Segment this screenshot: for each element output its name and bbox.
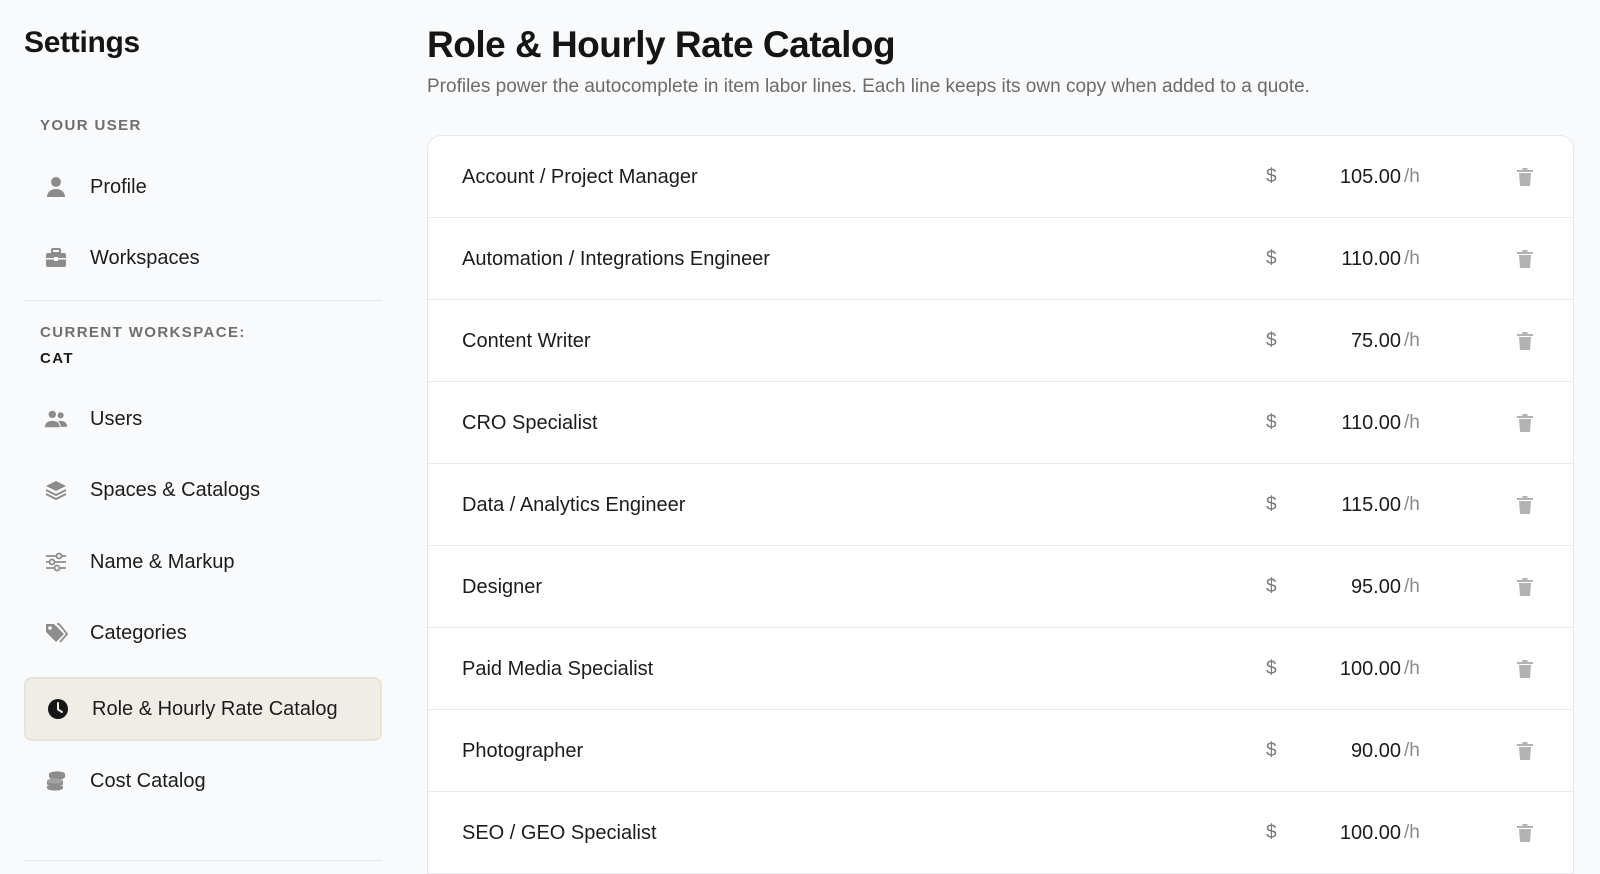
users-icon — [44, 407, 68, 431]
currency-symbol: $ — [1266, 740, 1277, 761]
currency-symbol: $ — [1266, 494, 1277, 515]
currency-symbol: $ — [1266, 576, 1277, 597]
table-row: Photographer $ 90.00 /h — [428, 710, 1573, 792]
sidebar-item-cost-catalog[interactable]: Cost Catalog — [24, 749, 382, 813]
rate-unit: /h — [1404, 248, 1420, 269]
sliders-icon — [44, 550, 68, 574]
currency-symbol: $ — [1266, 166, 1277, 187]
sidebar-item-label: Users — [90, 407, 143, 430]
trash-icon[interactable] — [1513, 493, 1537, 517]
hourly-rate-input[interactable]: 110.00 — [1281, 218, 1401, 300]
currency-symbol: $ — [1266, 658, 1277, 679]
table-row: CRO Specialist $ 110.00 /h — [428, 382, 1573, 464]
trash-icon[interactable] — [1513, 411, 1537, 435]
trash-icon[interactable] — [1513, 329, 1537, 353]
role-name[interactable]: Photographer — [462, 710, 583, 792]
sidebar-item-label: Profile — [90, 175, 147, 198]
rate-unit: /h — [1404, 166, 1420, 187]
sidebar-item-profile[interactable]: Profile — [24, 155, 382, 219]
settings-app: Settings YOUR USER Profile Workspaces CU… — [0, 0, 1600, 874]
rate-unit: /h — [1404, 330, 1420, 351]
sidebar-item-label: Spaces & Catalogs — [90, 478, 261, 501]
table-row: Account / Project Manager $ 105.00 /h — [428, 136, 1573, 218]
sidebar-divider — [24, 300, 382, 301]
sidebar-item-workspaces[interactable]: Workspaces — [24, 226, 382, 290]
sidebar-title: Settings — [24, 26, 140, 59]
role-name[interactable]: Automation / Integrations Engineer — [462, 218, 770, 300]
table-row: Data / Analytics Engineer $ 115.00 /h — [428, 464, 1573, 546]
role-name[interactable]: SEO / GEO Specialist — [462, 792, 657, 874]
currency-symbol: $ — [1266, 330, 1277, 351]
person-icon — [44, 175, 68, 199]
sidebar-item-label: Name & Markup — [90, 550, 235, 573]
role-name[interactable]: CRO Specialist — [462, 382, 598, 464]
table-row: SEO / GEO Specialist $ 100.00 /h — [428, 792, 1573, 874]
sidebar-item-name-markup[interactable]: Name & Markup — [24, 530, 382, 594]
tags-icon — [44, 621, 68, 645]
currency-symbol: $ — [1266, 248, 1277, 269]
sidebar: Settings YOUR USER Profile Workspaces CU… — [0, 0, 400, 874]
layers-icon — [44, 478, 68, 502]
current-workspace-name: CAT — [40, 350, 74, 367]
rate-unit: /h — [1404, 576, 1420, 597]
sidebar-item-spaces-catalogs[interactable]: Spaces & Catalogs — [24, 458, 382, 522]
hourly-rate-input[interactable]: 105.00 — [1281, 136, 1401, 218]
role-name[interactable]: Content Writer — [462, 300, 591, 382]
sidebar-item-users[interactable]: Users — [24, 387, 382, 451]
rate-unit: /h — [1404, 494, 1420, 515]
trash-icon[interactable] — [1513, 657, 1537, 681]
sidebar-divider — [24, 860, 382, 861]
sidebar-item-role-hourly-rate-catalog[interactable]: Role & Hourly Rate Catalog — [24, 677, 382, 741]
currency-symbol: $ — [1266, 412, 1277, 433]
rate-unit: /h — [1404, 412, 1420, 433]
your-user-section-label: YOUR USER — [40, 117, 142, 134]
role-name[interactable]: Paid Media Specialist — [462, 628, 653, 710]
table-row: Paid Media Specialist $ 100.00 /h — [428, 628, 1573, 710]
hourly-rate-input[interactable]: 100.00 — [1281, 792, 1401, 874]
rate-unit: /h — [1404, 740, 1420, 761]
role-rate-table: Account / Project Manager $ 105.00 /h Au… — [427, 135, 1574, 874]
coins-icon — [44, 769, 68, 793]
rate-unit: /h — [1404, 822, 1420, 843]
table-row: Designer $ 95.00 /h — [428, 546, 1573, 628]
current-workspace-section-label: CURRENT WORKSPACE: — [40, 324, 246, 341]
sidebar-item-categories[interactable]: Categories — [24, 601, 382, 665]
role-name[interactable]: Designer — [462, 546, 542, 628]
hourly-rate-input[interactable]: 90.00 — [1281, 710, 1401, 792]
hourly-rate-input[interactable]: 100.00 — [1281, 628, 1401, 710]
table-row: Content Writer $ 75.00 /h — [428, 300, 1573, 382]
hourly-rate-input[interactable]: 110.00 — [1281, 382, 1401, 464]
trash-icon[interactable] — [1513, 821, 1537, 845]
clock-icon — [46, 697, 70, 721]
sidebar-item-label: Workspaces — [90, 246, 200, 269]
hourly-rate-input[interactable]: 115.00 — [1281, 464, 1401, 546]
role-name[interactable]: Data / Analytics Engineer — [462, 464, 685, 546]
trash-icon[interactable] — [1513, 739, 1537, 763]
role-name[interactable]: Account / Project Manager — [462, 136, 698, 218]
briefcase-icon — [44, 246, 68, 270]
sidebar-item-label: Cost Catalog — [90, 769, 206, 792]
trash-icon[interactable] — [1513, 575, 1537, 599]
page-title: Role & Hourly Rate Catalog — [427, 24, 896, 65]
page-description: Profiles power the autocomplete in item … — [427, 76, 1310, 97]
hourly-rate-input[interactable]: 75.00 — [1281, 300, 1401, 382]
currency-symbol: $ — [1266, 822, 1277, 843]
sidebar-item-label: Categories — [90, 621, 187, 644]
trash-icon[interactable] — [1513, 247, 1537, 271]
sidebar-item-label: Role & Hourly Rate Catalog — [92, 697, 338, 720]
rate-unit: /h — [1404, 658, 1420, 679]
table-row: Automation / Integrations Engineer $ 110… — [428, 218, 1573, 300]
trash-icon[interactable] — [1513, 165, 1537, 189]
hourly-rate-input[interactable]: 95.00 — [1281, 546, 1401, 628]
